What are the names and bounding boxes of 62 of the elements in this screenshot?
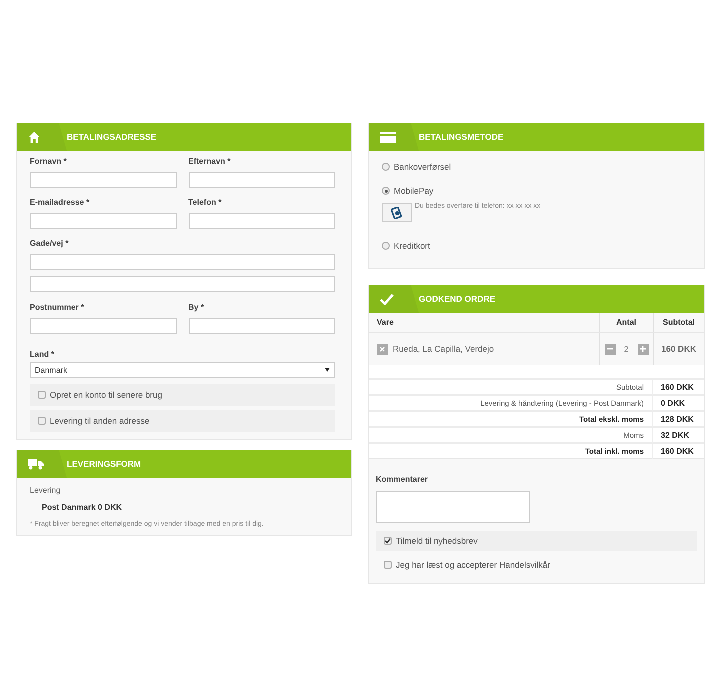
total-value: 0 DKK [660, 398, 686, 410]
total-value: 32 DKK [660, 430, 690, 442]
truck-icon [28, 458, 44, 470]
close-icon [380, 346, 385, 352]
input-field[interactable] [30, 318, 176, 334]
checkbox[interactable] [384, 561, 392, 569]
mobile-payment-button[interactable] [382, 203, 412, 222]
column-header: Subtotal [653, 313, 704, 333]
dropdown-caret-icon [325, 368, 330, 372]
item-subtotal: 160 DKK [662, 344, 696, 354]
plus-icon [640, 346, 646, 352]
input-field[interactable] [188, 213, 335, 229]
radio-label[interactable]: MobilePay [394, 186, 434, 196]
radio-label[interactable]: Bankoverførsel [394, 162, 452, 172]
checkmark-icon [380, 294, 394, 304]
minus-icon [607, 346, 613, 352]
checkbox[interactable] [38, 417, 46, 425]
increase-button[interactable] [638, 344, 648, 354]
panel-title: GODKEND ORDRE [419, 294, 496, 304]
remove-button[interactable] [377, 344, 388, 354]
radio-button[interactable] [382, 187, 390, 195]
checkbox-label[interactable]: Levering til anden adresse [50, 416, 150, 426]
field-label: Efternavn * [188, 157, 232, 168]
panel-title: BETALINGSMETODE [419, 132, 504, 142]
shipping-label: Levering [30, 486, 62, 495]
input-field[interactable] [30, 172, 176, 188]
comment-field[interactable] [376, 491, 530, 523]
checkbox[interactable] [384, 537, 392, 545]
input-field[interactable] [30, 254, 335, 270]
column-header: Vare [369, 313, 599, 333]
input-field[interactable] [30, 213, 176, 229]
checkbox-label[interactable]: Opret en konto til senere brug [50, 390, 162, 400]
panel-title: LEVERINGSFORM [67, 459, 142, 469]
phone-icon [391, 206, 403, 218]
field-label: Postnummer * [30, 303, 86, 314]
field-label: Land * [30, 350, 54, 359]
decrease-button[interactable] [604, 344, 616, 354]
column-header: Antal [599, 313, 653, 333]
field-label: By * [188, 303, 206, 314]
radio-label[interactable]: Kreditkort [394, 241, 430, 251]
field-label: E-mailadresse * [30, 198, 91, 209]
country-select[interactable]: Danmark [30, 362, 335, 378]
field-label: Gade/vej * [30, 239, 70, 250]
field-label: Fornavn * [30, 157, 68, 168]
input-field[interactable] [188, 172, 335, 188]
field-label: Kommentarer [376, 475, 428, 484]
input-field[interactable] [188, 318, 335, 334]
item-name: Rueda, La Capilla, Verdejo [393, 344, 494, 354]
total-value: 160 DKK [660, 382, 695, 394]
radio-button[interactable] [382, 163, 390, 171]
credit-card-icon [380, 132, 396, 142]
checkbox-label[interactable]: Jeg har læst og accepterer Handelsvilkår [396, 560, 550, 570]
shipping-method: Post Danmark 0 DKK [41, 503, 124, 512]
checkbox-label[interactable]: Tilmeld til nyhedsbrev [396, 536, 478, 546]
total-value: 128 DKK [660, 414, 695, 426]
field-label: Telefon * [188, 198, 223, 209]
house-icon [28, 130, 41, 144]
checkbox[interactable] [38, 391, 46, 399]
input-field[interactable] [30, 276, 335, 292]
panel-title: BETALINGSADRESSE [67, 132, 157, 142]
radio-button[interactable] [382, 242, 390, 250]
total-value: 160 DKK [660, 446, 695, 458]
